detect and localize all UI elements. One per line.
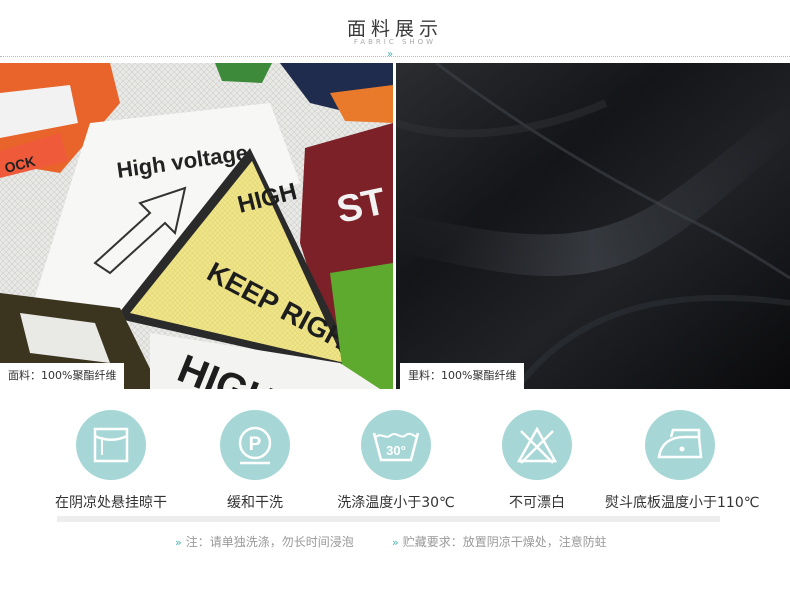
wash-note-text: 注：请单独洗涤，勿长时间浸泡	[185, 535, 354, 549]
chevron-right-icon: »	[175, 536, 182, 549]
section-title: 面料展示	[346, 18, 443, 40]
iron-110-icon	[645, 410, 715, 480]
care-label: 不可漂白	[509, 495, 565, 511]
lining-fabric-photo	[396, 63, 790, 389]
section-subtitle: FABRIC SHOW	[353, 38, 437, 46]
storage-note-text: 贮藏要求：放置阴凉干燥处，注意防蛀	[402, 535, 607, 549]
care-item-no-bleach: 不可漂白	[462, 410, 612, 512]
chevron-down-icon: »	[387, 49, 393, 60]
divider-bar	[57, 516, 720, 522]
outer-fabric-label: 面料：100%聚酯纤维	[0, 363, 125, 389]
care-label: 在阴凉处悬挂晾干	[55, 495, 167, 511]
wash-note: » 注：请单独洗涤，勿长时间浸泡	[175, 533, 354, 550]
no-bleach-icon	[502, 410, 572, 480]
lining-fabric-label: 里料：100%聚酯纤维	[400, 363, 525, 389]
wash-30-icon: 30°	[361, 410, 431, 480]
gentle-dry-clean-icon: P	[220, 410, 290, 480]
outer-fabric-photo: ST High voltage OCK KEEP RIGHT HIGH HIGH	[0, 63, 393, 389]
care-label: 缓和干洗	[227, 495, 283, 511]
care-item-iron: 熨斗底板温度小于110℃	[605, 410, 760, 512]
care-item-wash: 30° 洗涤温度小于30℃	[321, 410, 471, 512]
care-label: 洗涤温度小于30℃	[337, 495, 455, 511]
chevron-right-icon: »	[392, 536, 399, 549]
care-item-dry-clean: P 缓和干洗	[180, 410, 330, 512]
wash-temp-text: 30°	[386, 443, 406, 458]
hang-dry-in-shade-icon	[76, 410, 146, 480]
dry-clean-letter: P	[249, 434, 262, 455]
storage-note: » 贮藏要求：放置阴凉干燥处，注意防蛀	[392, 533, 607, 550]
section-header: 面料展示 FABRIC SHOW »	[0, 0, 790, 60]
care-label: 熨斗底板温度小于110℃	[605, 495, 760, 511]
dotted-divider	[0, 56, 790, 57]
care-item-hang-dry: 在阴凉处悬挂晾干	[36, 410, 186, 512]
